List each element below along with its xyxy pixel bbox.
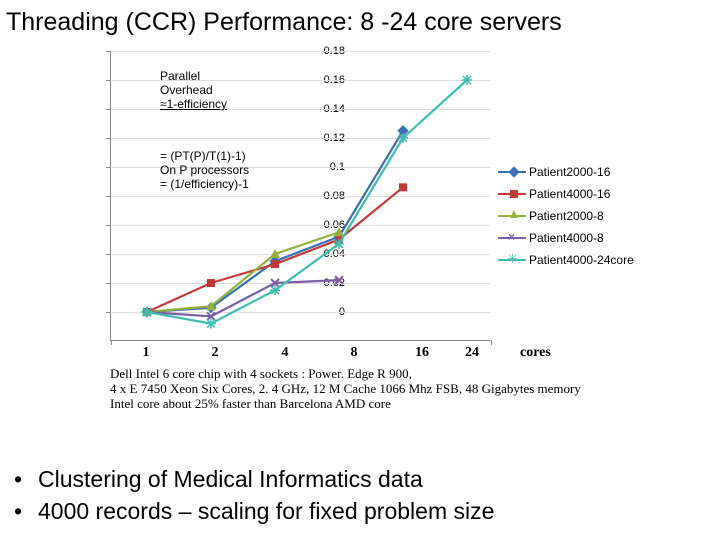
xtick-label: 16 [415,345,429,361]
caption-line: Dell Intel 6 core chip with 4 sockets : … [110,366,720,381]
xtick-label: 1 [143,345,150,361]
legend-label: Patient4000-8 [529,231,604,245]
legend-label: Patient4000-16 [529,187,610,201]
annot-line: Overhead [160,83,227,97]
annot-line: = (PT(P)/T(1)-1) [160,149,249,163]
legend-item: Patient2000-8 [498,205,634,227]
caption-line: Intel core about 25% faster than Barcelo… [110,396,720,411]
legend-item: ✳ Patient4000-24core [498,249,634,271]
annotation-overhead: Parallel Overhead ≈1-efficiency [160,69,227,111]
annot-line: On P processors [160,163,249,177]
chart-area: 0.18 0.16 0.14 0.12 0.1 0.08 0.06 0.04 0… [60,41,680,371]
chart-caption: Dell Intel 6 core chip with 4 sockets : … [110,366,720,411]
xtick-label: 4 [282,345,289,361]
bullet-text: Clustering of Medical Informatics data [38,463,423,495]
caption-line: 4 x E 7450 Xeon Six Cores, 2. 4 GHz, 12 … [110,381,720,396]
annot-line: = (1/efficiency)-1 [160,177,249,191]
bullet-icon: • [14,463,38,495]
x-axis-label: cores [520,345,551,361]
legend-item: Patient2000-16 [498,161,634,183]
bullet-icon: • [14,495,38,527]
legend-label: Patient2000-16 [529,165,610,179]
xtick-label: 2 [212,345,219,361]
xtick-label: 8 [351,345,358,361]
bullet-list: •Clustering of Medical Informatics data … [14,463,494,527]
xtick-label: 24 [465,345,479,361]
legend-item: Patient4000-16 [498,183,634,205]
bullet-text: 4000 records – scaling for fixed problem… [38,495,494,527]
legend: Patient2000-16 Patient4000-16 Patient200… [498,161,634,271]
page-title: Threading (CCR) Performance: 8 -24 core … [0,0,720,41]
annot-line: ≈1-efficiency [160,97,227,111]
legend-label: Patient4000-24core [529,253,634,267]
legend-label: Patient2000-8 [529,209,604,223]
annot-line: Parallel [160,69,227,83]
annotation-formula: = (PT(P)/T(1)-1) On P processors = (1/ef… [160,149,249,191]
legend-item: × Patient4000-8 [498,227,634,249]
